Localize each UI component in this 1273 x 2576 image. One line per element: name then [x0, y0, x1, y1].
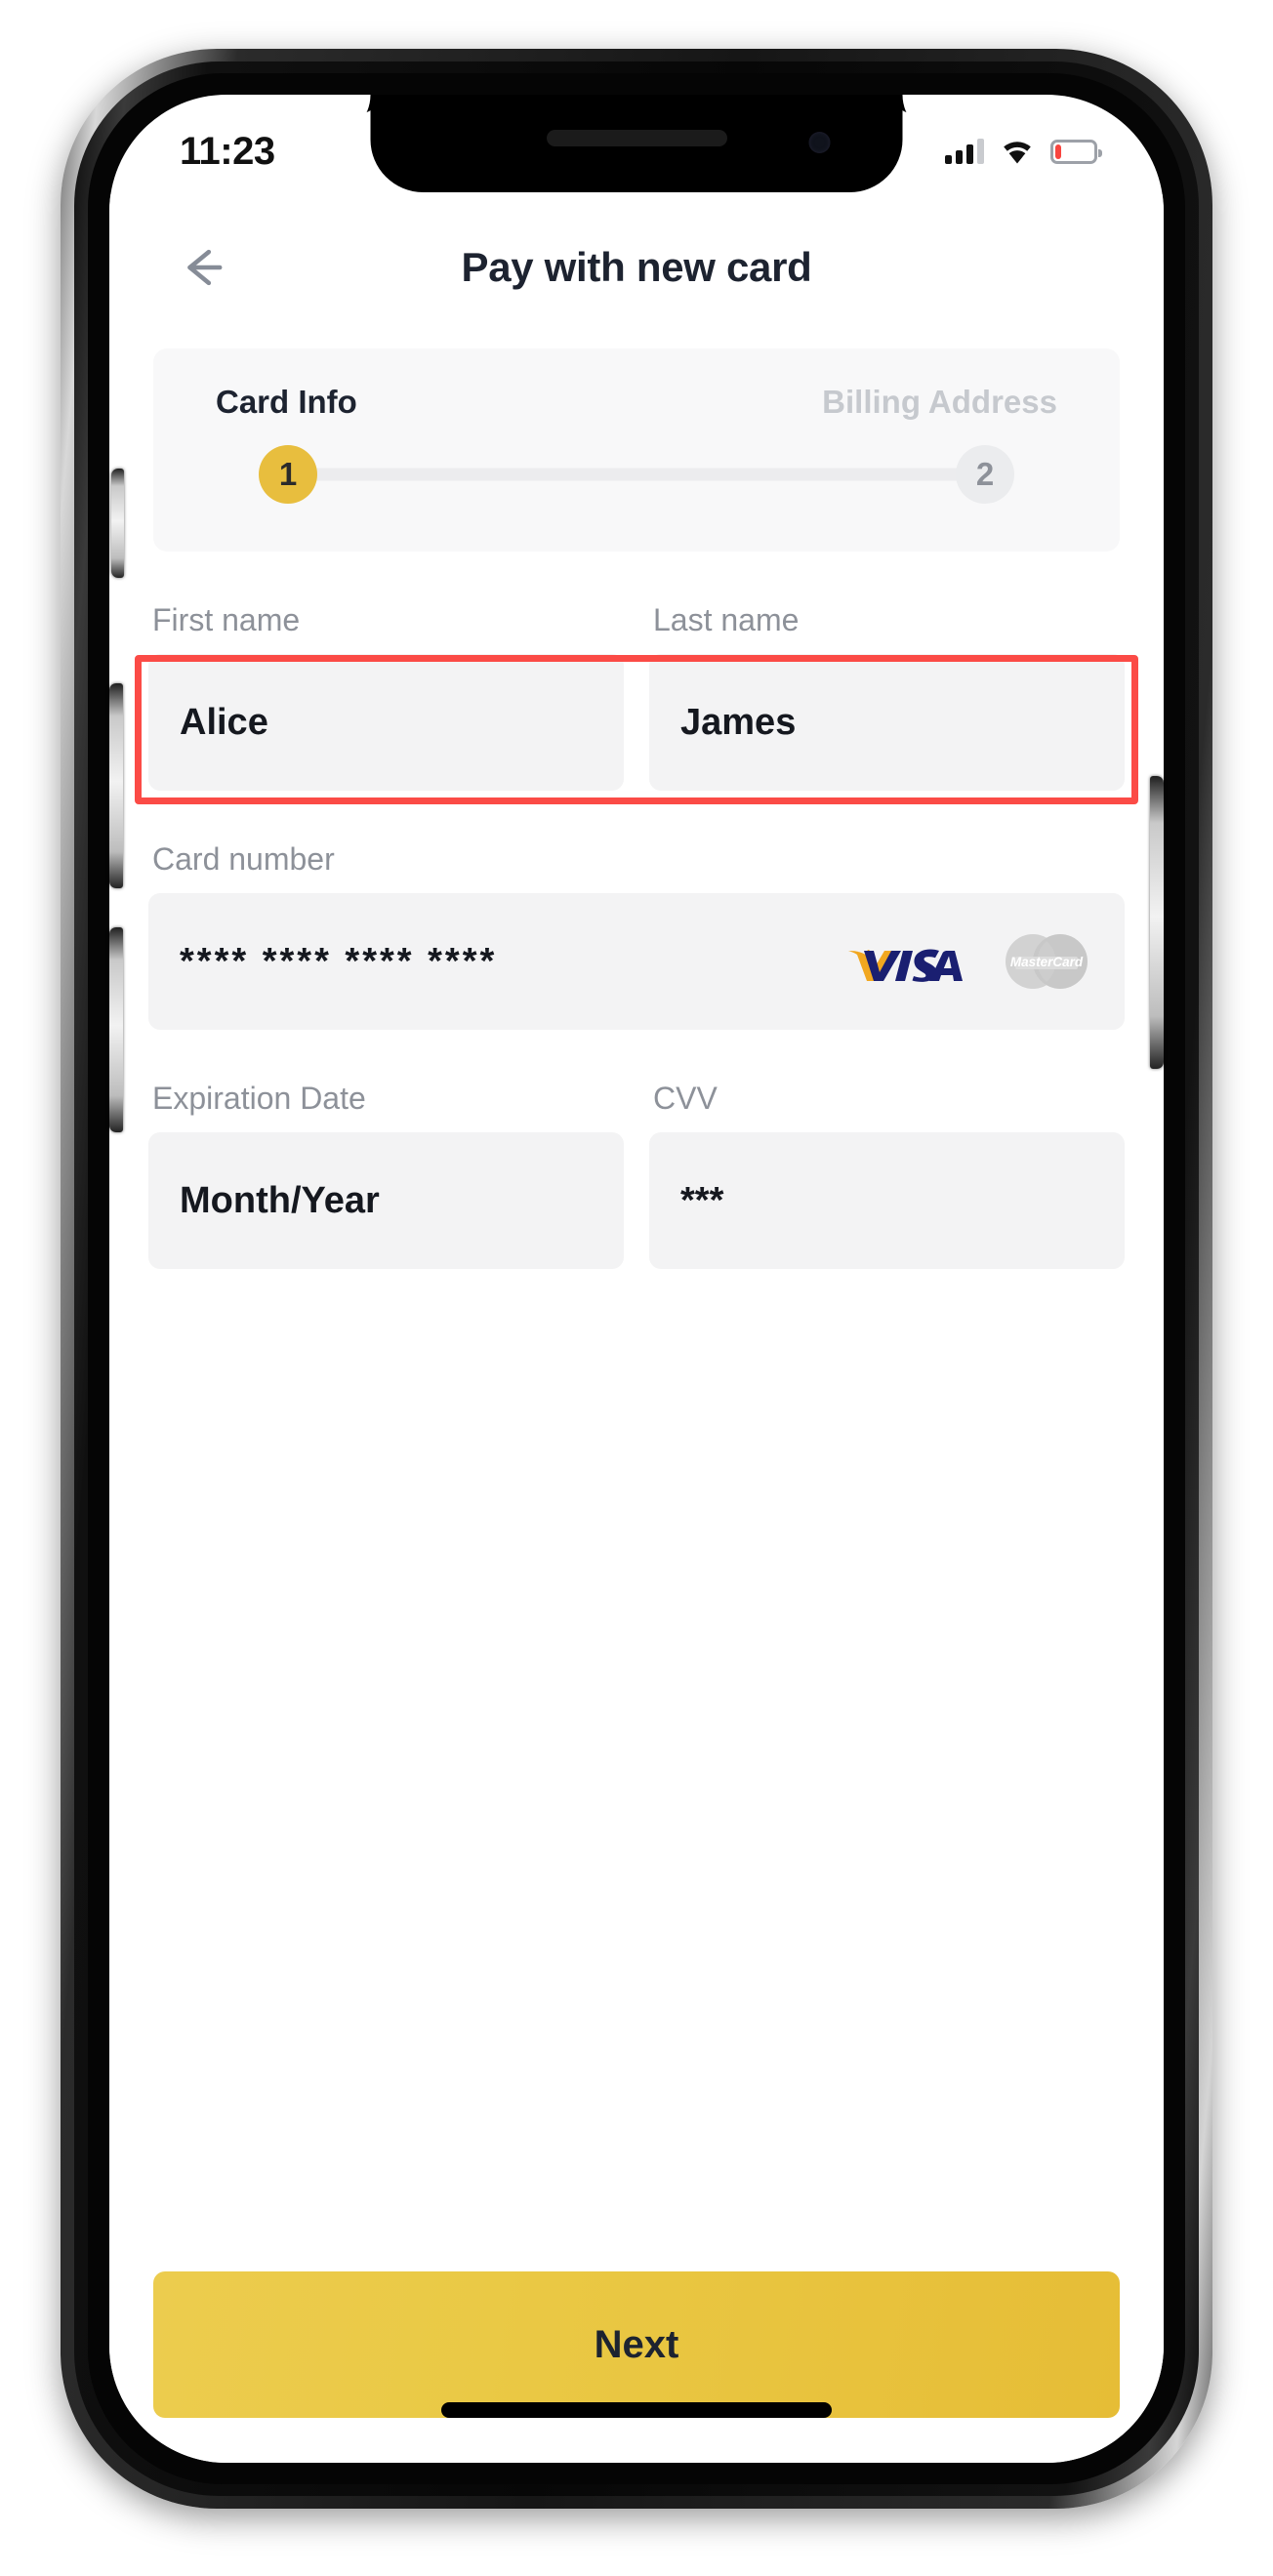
wifi-icon [1001, 139, 1034, 164]
stepper-label-card-info[interactable]: Card Info [216, 384, 357, 421]
next-button[interactable]: Next [153, 2271, 1120, 2418]
stepper-label-billing-address[interactable]: Billing Address [822, 384, 1057, 421]
phone-frame-inner-band: 11:23 Pay with new card Card Info Billin… [74, 61, 1199, 2496]
status-bar-icons [945, 139, 1102, 164]
phone-screen: 11:23 Pay with new card Card Info Billin… [109, 95, 1164, 2463]
mastercard-logo: MasterCard [1006, 934, 1088, 989]
svg-text:MasterCard: MasterCard [1010, 955, 1084, 969]
arrow-left-icon[interactable] [168, 233, 236, 302]
expiry-cvv-row: Expiration Date Month/Year CVV *** [148, 1081, 1125, 1269]
navigation-bar: Pay with new card [148, 194, 1125, 341]
screenshot-canvas: 11:23 Pay with new card Card Info Billin… [0, 0, 1273, 2576]
cvv-label: CVV [653, 1081, 718, 1116]
card-number-input[interactable]: **** **** **** **** MasterCard [148, 893, 1125, 1030]
volume-down-button[interactable] [109, 927, 123, 1132]
expiration-label: Expiration Date [152, 1081, 366, 1116]
last-name-label: Last name [653, 602, 800, 637]
app-content: Pay with new card Card Info Billing Addr… [109, 194, 1164, 2463]
battery-level-fill [1055, 143, 1062, 159]
volume-up-button[interactable] [109, 683, 123, 888]
expiration-field: Expiration Date Month/Year [148, 1081, 624, 1269]
phone-device-frame: 11:23 Pay with new card Card Info Billin… [61, 49, 1212, 2509]
power-button[interactable] [1150, 776, 1164, 1069]
expiration-input[interactable]: Month/Year [148, 1132, 624, 1269]
home-indicator[interactable] [441, 2402, 832, 2418]
stepper-dot-1[interactable]: 1 [259, 445, 317, 504]
card-brand-logos: MasterCard [847, 933, 1093, 990]
first-name-field: First name Alice [148, 602, 624, 791]
cvv-input[interactable]: *** [649, 1132, 1125, 1269]
first-name-label: First name [152, 602, 301, 637]
phone-bezel: 11:23 Pay with new card Card Info Billin… [88, 73, 1185, 2484]
mute-switch[interactable] [111, 469, 124, 578]
last-name-field: Last name James [649, 602, 1125, 791]
battery-low-icon [1050, 139, 1102, 164]
cellular-signal-icon [945, 139, 984, 164]
cvv-field: CVV *** [649, 1081, 1125, 1269]
expiry-cvv-group: Expiration Date Month/Year CVV *** [148, 1081, 1125, 1269]
first-name-input[interactable]: Alice [148, 654, 624, 791]
status-bar-clock: 11:23 [180, 129, 275, 173]
visa-logo [848, 949, 963, 982]
name-fields-row: First name Alice Last name James [148, 602, 1125, 791]
stepper-labels: Card Info Billing Address [212, 384, 1061, 421]
last-name-input[interactable]: James [649, 654, 1125, 791]
name-fields-group: First name Alice Last name James [135, 602, 1138, 804]
page-title: Pay with new card [461, 244, 812, 290]
card-number-group: Card number **** **** **** **** MasterCa… [148, 841, 1125, 1030]
stepper-track: 1 2 [212, 442, 1061, 507]
checkout-stepper: Card Info Billing Address 1 2 [153, 348, 1120, 552]
stepper-dot-2[interactable]: 2 [956, 445, 1014, 504]
status-bar: 11:23 [109, 95, 1164, 194]
card-number-value: **** **** **** **** [180, 940, 498, 982]
stepper-progress-line [306, 468, 967, 481]
card-number-label: Card number [152, 841, 335, 877]
